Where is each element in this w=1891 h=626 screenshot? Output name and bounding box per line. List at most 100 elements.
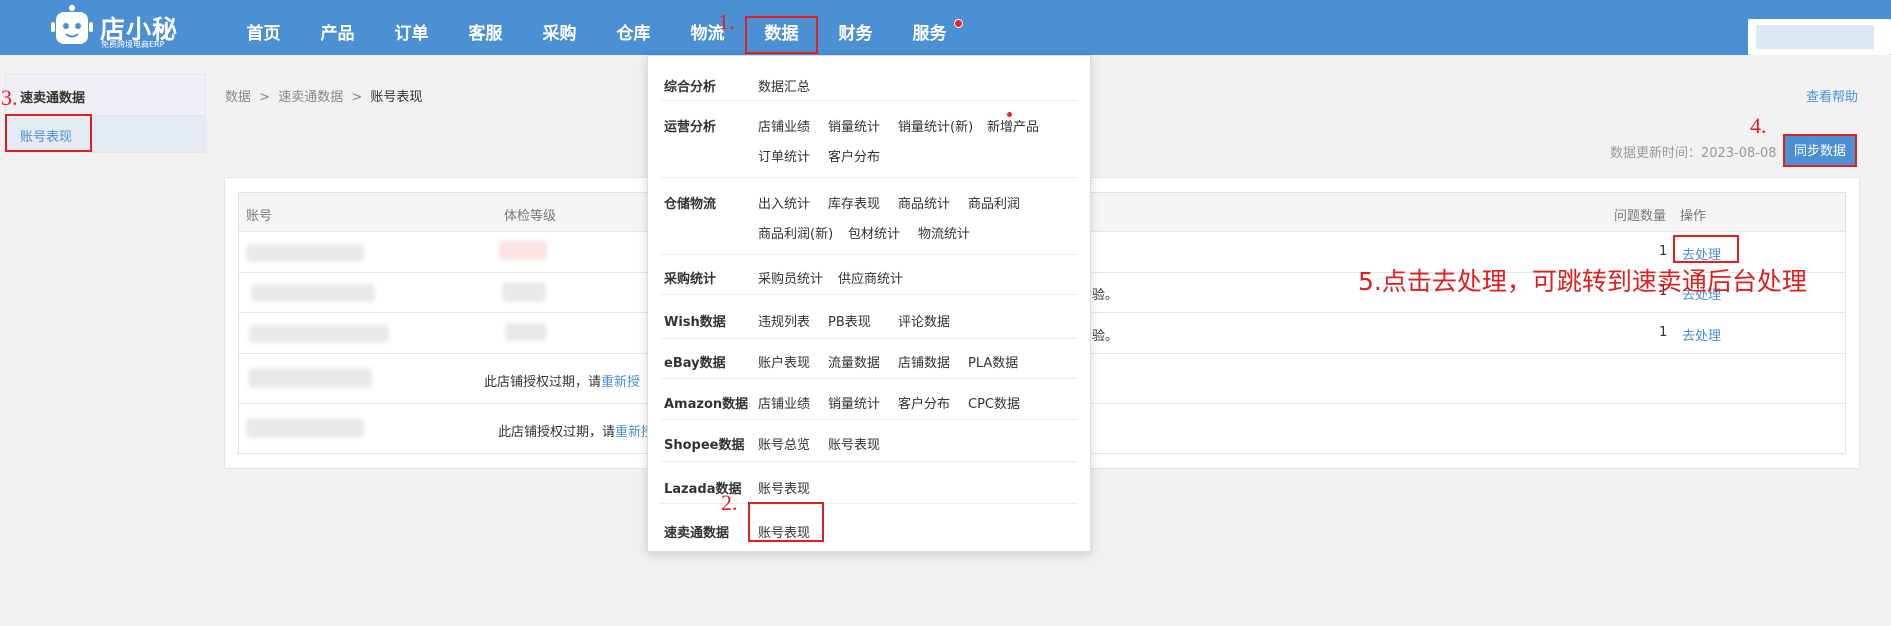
menu-item-account-overview[interactable]: 账号总览 (758, 434, 810, 453)
user-account-box[interactable] (1748, 19, 1891, 55)
menu-section-overall: 综合分析 数据汇总 (648, 56, 1090, 100)
menu-item-inventory-performance[interactable]: 库存表现 (828, 193, 880, 212)
menu-category: Amazon数据 (664, 397, 749, 412)
menu-item-pb-performance[interactable]: PB表现 (828, 311, 871, 330)
menu-item-account-performance-ebay[interactable]: 账户表现 (758, 352, 810, 371)
menu-category: 采购统计 (664, 272, 717, 287)
blurred-health-level (505, 323, 547, 341)
blurred-account-name (251, 284, 375, 302)
nav-purchasing[interactable]: 采购 (532, 0, 587, 55)
auth-expired-text: 此店铺授权过期，请 (484, 375, 602, 390)
notification-dot (954, 19, 963, 28)
column-account: 账号 (246, 209, 273, 224)
column-health-level: 体检等级 (504, 209, 557, 224)
menu-item-review-data[interactable]: 评论数据 (898, 311, 950, 330)
update-time: 数据更新时间：2023-08-08 (1610, 142, 1777, 161)
user-account-placeholder (1756, 25, 1874, 49)
menu-item-supplier-stats[interactable]: 供应商统计 (838, 268, 903, 287)
breadcrumb-item-aliexpress-data[interactable]: 速卖通数据 (278, 90, 343, 105)
menu-category: 速卖通数据 (664, 526, 730, 541)
column-actions: 操作 (1680, 209, 1707, 224)
menu-item-store-performance[interactable]: 店铺业绩 (758, 116, 810, 135)
highlight-nav-data (745, 16, 818, 54)
logo-subtitle: 免费跨境电商ERP (101, 40, 165, 49)
menu-category: 运营分析 (664, 120, 717, 135)
menu-section-warehouse-logistics: 仓储物流 出入统计 库存表现 商品统计 商品利润 商品利润(新) 包材统计 物流… (648, 177, 1090, 254)
menu-item-customer-distribution-amazon[interactable]: 客户分布 (898, 393, 950, 412)
menu-item-sales-stats-amazon[interactable]: 销量统计 (828, 393, 880, 412)
nav-customer-service[interactable]: 客服 (458, 0, 513, 55)
auth-expired-message: 此店铺授权过期，请重新授 (498, 421, 654, 440)
logo[interactable]: 店小秘 免费跨境电商ERP (48, 2, 188, 52)
menu-item-packaging-stats[interactable]: 包材统计 (848, 223, 900, 242)
breadcrumb-current: 账号表现 (370, 90, 423, 105)
menu-item-product-profit-new[interactable]: 商品利润(新) (758, 223, 833, 242)
menu-section-lazada: Lazada数据 账号表现 (648, 461, 1090, 503)
auth-expired-text: 此店铺授权过期，请 (498, 425, 616, 440)
breadcrumb: 数据 > 速卖通数据 > 账号表现 (225, 86, 422, 105)
issue-count: 1 (1659, 325, 1668, 340)
menu-item-violation-list[interactable]: 违规列表 (758, 311, 810, 330)
column-issue-count: 问题数量 (1614, 209, 1667, 224)
breadcrumb-separator: > (351, 90, 363, 105)
menu-item-account-performance-lazada[interactable]: 账号表现 (758, 478, 810, 497)
menu-item-store-data[interactable]: 店铺数据 (898, 352, 950, 371)
menu-item-sales-stats-new[interactable]: 销量统计(新) (898, 116, 973, 135)
menu-item-cpc-data[interactable]: CPC数据 (968, 393, 1020, 412)
sidebar-title: 速卖通数据 (20, 91, 86, 106)
highlight-sidebar-item (5, 114, 92, 152)
menu-section-aliexpress: 速卖通数据 账号表现 (648, 503, 1090, 551)
menu-item-new-products[interactable]: 新增产品 (987, 116, 1039, 135)
menu-item-store-performance-amazon[interactable]: 店铺业绩 (758, 393, 810, 412)
menu-item-pla-data[interactable]: PLA数据 (968, 352, 1018, 371)
menu-item-logistics-stats[interactable]: 物流统计 (918, 223, 970, 242)
menu-section-operations: 运营分析 店铺业绩 销量统计 销量统计(新) 新增产品 订单统计 客户分布 (648, 100, 1090, 177)
highlight-menu-item (748, 502, 824, 542)
highlight-handle-link (1673, 235, 1739, 263)
blurred-account-name (249, 325, 389, 343)
menu-category: Shopee数据 (664, 438, 745, 453)
menu-category: Wish数据 (664, 315, 726, 330)
blurred-health-level (499, 240, 547, 260)
sync-data-button[interactable]: 同步数据 (1783, 134, 1857, 167)
blurred-health-level (502, 282, 546, 302)
menu-item-customer-distribution[interactable]: 客户分布 (828, 146, 880, 165)
reauthorize-link[interactable]: 重新授 (601, 375, 640, 390)
menu-item-inout-stats[interactable]: 出入统计 (758, 193, 810, 212)
menu-category: 综合分析 (664, 80, 717, 95)
menu-item-buyer-stats[interactable]: 采购员统计 (758, 268, 823, 287)
menu-category: 仓储物流 (664, 197, 717, 212)
menu-item-account-performance-shopee[interactable]: 账号表现 (828, 434, 880, 453)
help-link[interactable]: 查看帮助 (1806, 86, 1858, 105)
nav-finance[interactable]: 财务 (828, 0, 883, 55)
blurred-account-name (246, 418, 364, 438)
robot-logo-icon (51, 5, 93, 44)
top-navigation-bar: 店小秘 免费跨境电商ERP 首页 产品 订单 客服 采购 仓库 物流 数据 财务… (0, 0, 1891, 55)
menu-item-product-stats[interactable]: 商品统计 (898, 193, 950, 212)
data-dropdown-menu: 综合分析 数据汇总 运营分析 店铺业绩 销量统计 销量统计(新) 新增产品 订单… (647, 55, 1091, 552)
menu-category: eBay数据 (664, 356, 726, 371)
menu-section-ebay: eBay数据 账户表现 流量数据 店铺数据 PLA数据 (648, 338, 1090, 378)
issue-count: 1 (1659, 244, 1668, 259)
menu-item-sales-stats[interactable]: 销量统计 (828, 116, 880, 135)
nav-warehouse[interactable]: 仓库 (606, 0, 661, 55)
menu-item-data-summary[interactable]: 数据汇总 (758, 76, 810, 95)
blurred-account-name (248, 368, 372, 388)
auth-expired-message: 此店铺授权过期，请重新授 (484, 371, 640, 390)
nav-products[interactable]: 产品 (310, 0, 365, 55)
annotation-step-1: 1. (718, 9, 735, 34)
row-description-partial: 验。 (1092, 329, 1119, 344)
nav-services[interactable]: 服务 (902, 0, 957, 55)
nav-orders[interactable]: 订单 (384, 0, 439, 55)
menu-item-order-stats[interactable]: 订单统计 (758, 146, 810, 165)
menu-section-amazon: Amazon数据 店铺业绩 销量统计 客户分布 CPC数据 (648, 378, 1090, 419)
menu-section-purchasing: 采购统计 采购员统计 供应商统计 (648, 254, 1090, 294)
row-description-partial: 验。 (1092, 288, 1119, 303)
menu-section-shopee: Shopee数据 账号总览 账号表现 (648, 419, 1090, 461)
menu-item-traffic-data[interactable]: 流量数据 (828, 352, 880, 371)
breadcrumb-item-data[interactable]: 数据 (225, 90, 251, 105)
update-time-value: 2023-08-08 (1701, 146, 1777, 161)
nav-home[interactable]: 首页 (236, 0, 291, 55)
menu-item-product-profit[interactable]: 商品利润 (968, 193, 1020, 212)
handle-link[interactable]: 去处理 (1682, 325, 1721, 344)
